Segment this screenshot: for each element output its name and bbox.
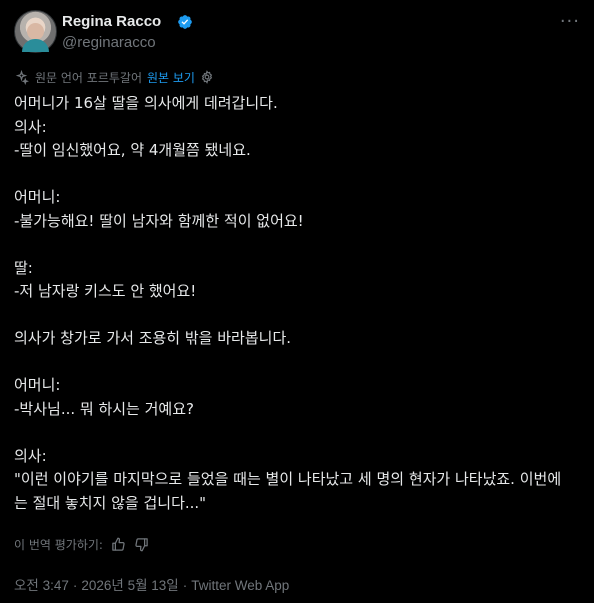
rate-translation: 이 번역 평가하기: — [14, 535, 149, 553]
thumbs-down-icon[interactable] — [134, 537, 149, 552]
tweet-date[interactable]: 2026년 5월 13일 — [81, 578, 178, 593]
author-handle[interactable]: @reginaracco — [62, 34, 156, 51]
avatar-face — [27, 23, 44, 40]
author-name[interactable]: Regina Racco — [62, 13, 161, 30]
translation-notice: 원문 언어 포르투갈어 원본 보기 — [14, 68, 214, 86]
meta-separator: · — [182, 578, 188, 593]
tweet-time[interactable]: 오전 3:47 — [14, 578, 69, 593]
verified-badge-icon — [178, 15, 192, 29]
avatar-shirt — [22, 39, 49, 52]
tweet-source: Twitter Web App — [191, 578, 290, 593]
thumbs-up-icon[interactable] — [111, 537, 126, 552]
translate-icon — [15, 69, 29, 85]
more-horizontal-icon[interactable]: ··· — [560, 12, 580, 32]
rate-translation-label: 이 번역 평가하기: — [14, 537, 103, 552]
translation-source-label: 원문 언어 포르투갈어 — [35, 70, 142, 85]
avatar[interactable] — [14, 10, 57, 53]
show-original-link[interactable]: 원본 보기 — [147, 69, 195, 86]
tweet-header: Regina Racco @reginaracco ··· — [14, 10, 580, 54]
meta-separator: · — [72, 578, 78, 593]
tweet-text: 어머니가 16살 딸을 의사에게 데려갑니다. 의사: -딸이 임신했어요, 약… — [14, 94, 562, 512]
gear-icon[interactable] — [200, 70, 214, 84]
tweet-meta: 오전 3:47 · 2026년 5월 13일 · Twitter Web App — [14, 574, 289, 594]
